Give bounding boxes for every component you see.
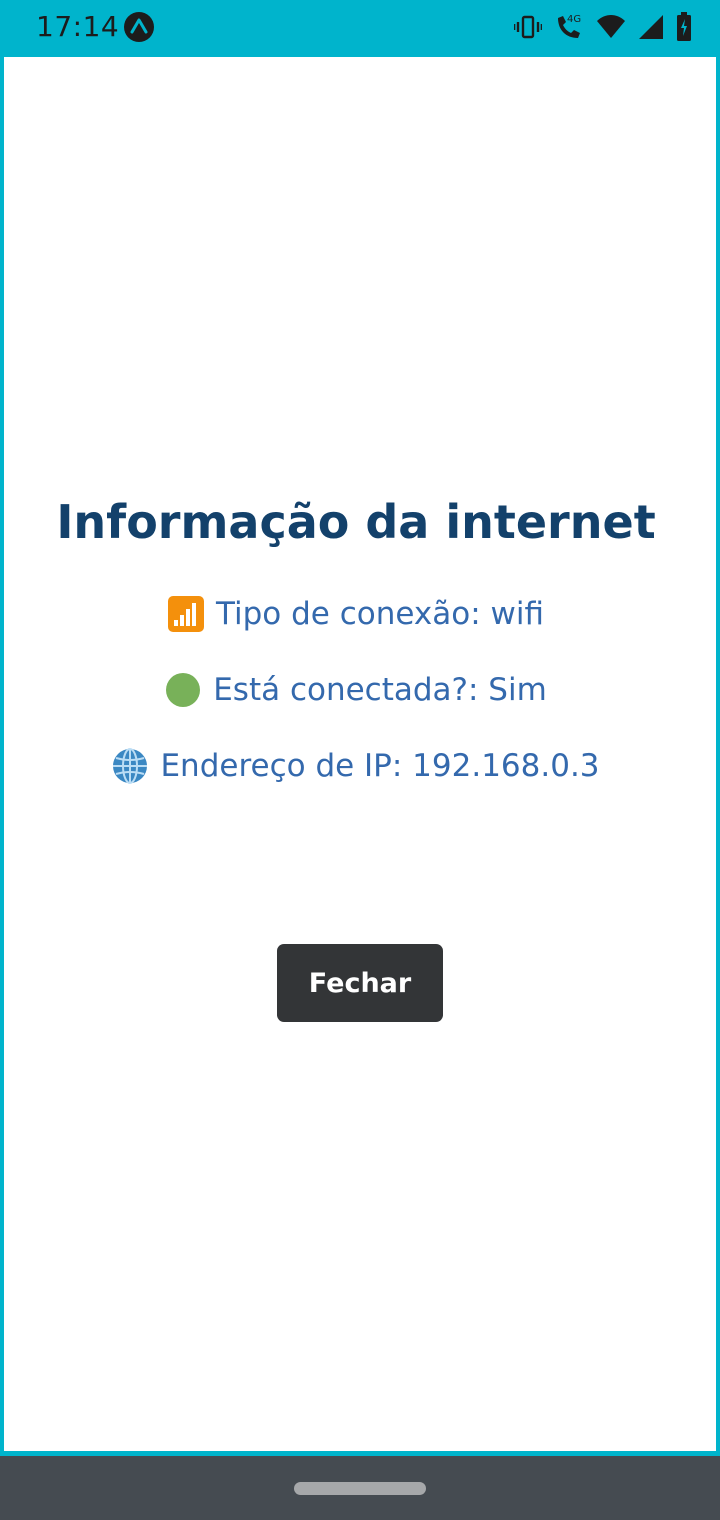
status-icons: 4G	[514, 10, 692, 44]
page-title: Informação da internet	[56, 495, 656, 549]
close-button[interactable]: Fechar	[277, 944, 443, 1022]
is-connected-text: Está conectada?: Sim	[213, 672, 547, 708]
network-label: 4G	[567, 14, 581, 25]
signal-icon	[639, 15, 663, 39]
globe-emoji-icon	[113, 748, 148, 784]
is-connected-line: Está conectada?: Sim	[0, 672, 716, 708]
call-4g-icon: 4G	[558, 14, 581, 38]
vibrate-icon	[514, 15, 542, 39]
connection-type-text: Tipo de conexão: wifi	[216, 596, 544, 632]
status-time: 17:14	[36, 10, 120, 43]
battery-icon	[677, 12, 691, 41]
wifi-icon	[597, 15, 625, 38]
ip-address-line: Endereço de IP: 192.168.0.3	[0, 748, 716, 784]
navigation-bar	[0, 1456, 720, 1520]
green-circle-emoji-icon	[166, 673, 201, 707]
home-gesture-handle[interactable]	[294, 1482, 426, 1495]
signal-bars-emoji-icon	[168, 596, 204, 632]
ip-address-text: Endereço de IP: 192.168.0.3	[160, 748, 600, 784]
connection-type-line: Tipo de conexão: wifi	[0, 596, 716, 632]
status-bar: 17:14 4G	[0, 0, 720, 56]
expo-icon	[124, 12, 154, 42]
